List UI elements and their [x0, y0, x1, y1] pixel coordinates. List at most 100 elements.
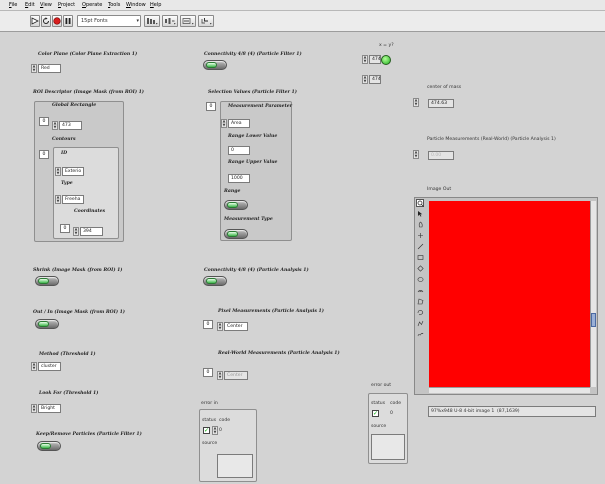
menu-view[interactable]: View — [40, 2, 52, 8]
color-plane-ring[interactable]: Red — [38, 64, 61, 73]
pixel-measurements-index[interactable]: 0 — [203, 320, 213, 329]
out-in-toggle[interactable] — [35, 319, 59, 329]
range-upper-value[interactable]: 1000 — [228, 174, 250, 183]
error-in-code-label: code — [219, 418, 231, 423]
pixel-measurements-ring[interactable]: Center — [224, 322, 248, 331]
x-value-spinner[interactable]: ▲ ▼ — [362, 55, 368, 64]
freehand-line-icon[interactable] — [416, 331, 424, 339]
menu-edit[interactable]: Edit — [25, 2, 35, 8]
error-out-source-field — [371, 434, 405, 460]
range-toggle[interactable] — [224, 200, 248, 210]
font-selector[interactable]: 15pt Fonts ▾ — [77, 15, 141, 27]
broken-line-icon[interactable] — [416, 320, 424, 328]
reorder-icon[interactable] — [198, 15, 214, 27]
pan-icon[interactable] — [416, 210, 424, 218]
selection-values-index[interactable]: 0 — [206, 102, 216, 111]
line-icon[interactable] — [416, 243, 424, 251]
pause-icon[interactable] — [63, 15, 73, 27]
oval-icon[interactable] — [416, 276, 424, 284]
connectivity-analysis-toggle[interactable] — [203, 276, 227, 286]
toggle-knob — [206, 62, 217, 68]
align-objects-icon[interactable] — [144, 15, 160, 27]
measurement-parameter-spinner[interactable]: ▲ ▼ — [221, 119, 227, 128]
keep-remove-toggle[interactable] — [37, 441, 61, 451]
coordinates-spinner[interactable]: ▲ ▼ — [73, 227, 79, 236]
menu-tools[interactable]: Tools — [108, 2, 120, 8]
global-rectangle-index[interactable]: 0 — [39, 117, 49, 126]
center-of-mass-spinner[interactable]: ▲ ▼ — [413, 98, 419, 107]
look-for-spinner[interactable]: ▲ ▼ — [31, 404, 37, 413]
coordinates-value[interactable]: 394 — [80, 227, 103, 236]
measurement-type-toggle[interactable] — [224, 229, 248, 239]
rotated-rectangle-icon[interactable] — [416, 265, 424, 273]
abort-icon[interactable] — [52, 15, 62, 27]
id-spinner[interactable]: ▲ ▼ — [55, 167, 61, 176]
image-vertical-scrollbar[interactable] — [590, 201, 596, 387]
pixel-measurements-spinner[interactable]: ▲ ▼ — [217, 322, 223, 331]
error-in-code-spinner[interactable]: ▲ ▼ — [212, 426, 218, 435]
image-tool-palette — [415, 198, 426, 358]
menu-window[interactable]: Window — [126, 2, 146, 8]
error-in-status-checkbox[interactable]: ✓ — [203, 427, 210, 434]
polygon-icon[interactable] — [416, 298, 424, 306]
y-value-spinner[interactable]: ▲ ▼ — [362, 75, 368, 84]
error-in-code-value[interactable]: 0 — [219, 428, 222, 433]
x-value-indicator: 474 — [369, 55, 381, 64]
global-rectangle-value[interactable]: 473 — [59, 121, 82, 130]
shrink-toggle[interactable] — [35, 276, 59, 286]
freehand-icon[interactable] — [416, 309, 424, 317]
method-spinner[interactable]: ▲ ▼ — [31, 362, 37, 371]
toolbar: 15pt Fonts ▾ — [0, 11, 605, 32]
error-in-source-label: source — [202, 441, 218, 446]
type-ring[interactable]: Freeha — [62, 195, 84, 204]
menu-help[interactable]: Help — [150, 2, 161, 8]
coordinates-index[interactable]: 0 — [60, 224, 70, 233]
id-ring[interactable]: Exterio — [62, 167, 84, 176]
image-horizontal-scrollbar[interactable] — [429, 387, 590, 393]
zoom-icon[interactable] — [416, 199, 424, 207]
method-ring[interactable]: cluster — [38, 362, 61, 371]
image-coords-text: (87,1639) — [497, 409, 520, 414]
menu-project[interactable]: Project — [58, 2, 75, 8]
image-out-canvas[interactable] — [429, 201, 590, 387]
menu-operate[interactable]: Operate — [82, 2, 102, 8]
point-icon[interactable] — [416, 232, 424, 240]
coordinates-label: Coordinates — [74, 209, 106, 214]
connectivity-filter-toggle[interactable] — [203, 60, 227, 70]
look-for-ring[interactable]: Bright — [38, 404, 61, 413]
toggle-knob — [38, 321, 49, 327]
contours-index[interactable]: 0 — [39, 150, 49, 159]
distribute-objects-icon[interactable] — [162, 15, 178, 27]
color-plane-spinner[interactable]: ▲ ▼ — [31, 64, 37, 73]
error-out-source-label: source — [371, 424, 387, 429]
error-in-source-field[interactable] — [217, 454, 253, 478]
annulus-icon[interactable] — [416, 287, 424, 295]
menu-file[interactable]: File — [9, 2, 17, 8]
selection-values-label: Selection Values (Particle Filter 1) — [208, 90, 297, 95]
run-arrow-icon[interactable] — [30, 15, 40, 27]
type-spinner[interactable]: ▲ ▼ — [55, 195, 61, 204]
global-rectangle-spinner[interactable]: ▲ ▼ — [52, 121, 58, 130]
image-info-bar: 97%x948 U-8 4-bit image 1 (87,1639) — [428, 406, 596, 417]
method-label: Method (Threshold 1) — [39, 352, 96, 357]
scroll-thumb[interactable] — [591, 313, 596, 327]
error-out-label: error out — [371, 383, 392, 388]
real-world-measurements-spinner[interactable]: ▲ ▼ — [217, 371, 223, 380]
image-info-text: 97%x948 U-8 4-bit image 1 — [431, 409, 495, 414]
measurement-parameter-label: Measurement Parameter — [228, 104, 293, 109]
run-continuously-icon[interactable] — [41, 15, 51, 27]
keep-remove-label: Keep/Remove Particles (Particle Filter 1… — [36, 432, 142, 437]
connectivity-filter-label: Connectivity 4/8 (4) (Particle Filter 1) — [204, 52, 302, 57]
rectangle-icon[interactable] — [416, 254, 424, 262]
selection-icon[interactable] — [416, 221, 424, 229]
range-upper-label: Range Upper Value — [228, 160, 278, 165]
measurement-parameter-ring[interactable]: Area — [228, 119, 250, 128]
particle-real-world-spinner[interactable]: ▲ ▼ — [413, 150, 419, 159]
toggle-knob — [40, 443, 51, 449]
range-lower-value[interactable]: 0 — [228, 146, 250, 155]
resize-objects-icon[interactable] — [180, 15, 196, 27]
real-world-measurements-index[interactable]: 0 — [203, 368, 213, 377]
id-label: ID — [61, 151, 68, 156]
real-world-measurements-ring[interactable]: Center — [224, 371, 248, 380]
chevron-down-icon: ▾ — [136, 18, 139, 24]
